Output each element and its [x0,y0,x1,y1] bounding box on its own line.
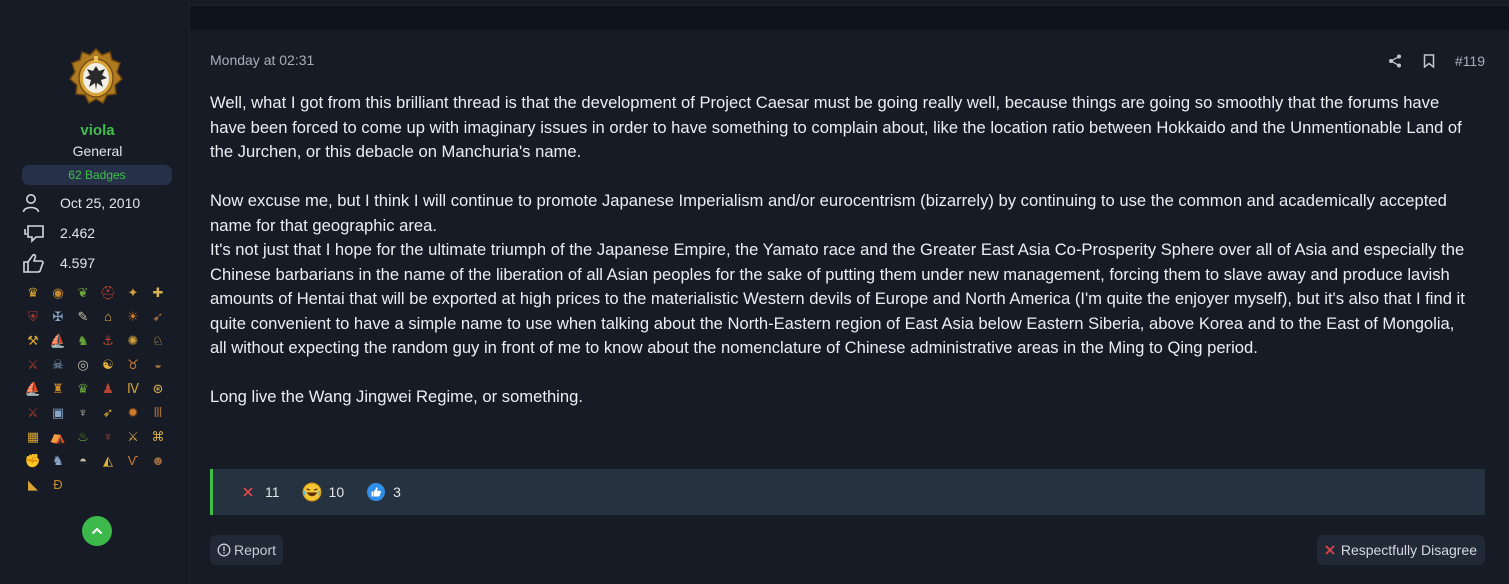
post-paragraph: Now excuse me, but I think I will contin… [210,191,1447,235]
post-date[interactable]: Monday at 02:31 [210,52,314,68]
runner-icon[interactable]: ✦ [123,283,143,302]
trophy-grid: ♛ ◉ ❦ ⛑ ✦ ✚ ⛨ ✠ ✎ ⌂ ☀ ➹ ⚒ ⛵ ♞ ⚓ ✺ ♘ ⚔ ☠ ◎ ☯ ♉ ◒ ⛵ ♜ ♛ ♟ Ⅳ ⊛ ⚔ ▣ ♆ ➶ ✹ Ⅲ ▦ ⛺ ♨ ♆… [23,283,173,494]
paragraph-spacer [210,361,1475,386]
thumbs-up-icon [22,252,48,274]
reaction-laugh[interactable]: 10 [302,482,345,502]
badges-count[interactable]: 62 Badges [22,165,172,185]
cross-icon[interactable]: ✚ [148,283,168,302]
warrior-icon[interactable]: ♞ [48,451,68,470]
skull-icon[interactable]: ☠ [48,355,68,374]
post-body: Well, what I got from this brilliant thr… [210,91,1475,410]
dh-icon[interactable]: Ɖ [48,475,68,494]
helmet-icon[interactable]: ⛑ [98,283,118,302]
portrait-icon[interactable]: ☻ [148,451,168,470]
messages-icon [22,222,48,244]
user-icon [22,192,48,214]
reaction-score-stat: 4.597 [22,252,95,274]
reaction-score: 4.597 [60,255,96,271]
report-button[interactable]: Report [210,535,284,565]
cross-shield-icon[interactable]: ✠ [48,307,68,326]
close-icon [1325,545,1335,555]
crowns-icon[interactable]: ♛ [73,379,93,398]
sun-icon[interactable]: ☀ [123,307,143,326]
messages-count: 2.462 [60,225,96,241]
sword-icon[interactable]: ⚔ [23,403,43,422]
post-tools: #119 [1387,53,1485,69]
user-title: General [72,143,123,159]
chevron-up-icon [91,527,103,535]
elephant-icon[interactable]: ♞ [73,331,93,350]
africa-icon[interactable]: ◣ [23,475,43,494]
respectfully-disagree-button[interactable]: Respectfully Disagree [1316,535,1485,565]
post-paragraph: Long live the Wang Jingwei Regime, or so… [210,387,583,406]
helmet-red-icon[interactable]: ◓ [73,451,93,470]
tent-icon[interactable]: ◭ [98,451,118,470]
fighter-icon[interactable]: ✊ [23,451,43,470]
dragon-icon[interactable]: ♆ [73,403,93,422]
roman-numeral-icon[interactable]: Ⅳ [123,379,143,398]
dragon-red-icon[interactable]: ♆ [98,427,118,446]
camp-icon[interactable]: ⛺ [48,427,68,446]
castle-icon[interactable]: ♜ [48,379,68,398]
anchor-icon[interactable]: ⚓ [98,331,118,350]
feather-icon[interactable]: ✎ [73,307,93,326]
chest-icon[interactable]: ▣ [48,403,68,422]
user-sidebar: viola General 62 Badges Oct 25, 2010 2.4… [0,0,190,584]
info-circle-icon [217,543,231,557]
columns-icon[interactable]: Ⅲ [148,403,168,422]
mosque-icon[interactable]: ⌘ [148,427,168,446]
report-label: Report [234,542,277,558]
temple-icon[interactable]: ⌂ [98,307,118,326]
laugh-emoji-icon [302,482,322,502]
samurai-icon[interactable]: ♟ [98,379,118,398]
joined-date: Oct 25, 2010 [60,195,141,211]
treasure-icon[interactable]: ♨ [73,427,93,446]
compass-icon[interactable]: ✺ [123,331,143,350]
shield-icon[interactable]: ⛨ [23,307,43,326]
post-number[interactable]: #119 [1455,53,1485,69]
ship-icon[interactable]: ⛵ [48,331,68,350]
messages-stat: 2.462 [22,222,95,244]
paragraph-spacer [210,165,1475,190]
eye-icon[interactable]: ◎ [73,355,93,374]
cannon-icon[interactable]: ➹ [148,307,168,326]
spear-icon[interactable]: ➶ [98,403,118,422]
reaction-count: 11 [265,484,280,500]
bookmark-icon[interactable] [1421,53,1437,69]
previous-post-edge [190,0,1509,6]
map-icon[interactable]: ▦ [23,427,43,446]
reaction-disagree[interactable]: 11 [238,482,280,502]
wheel-icon[interactable]: ⊛ [148,379,168,398]
sun-shield-icon[interactable]: ✹ [123,403,143,422]
crown-icon[interactable]: ♛ [23,283,43,302]
horse-icon[interactable]: ♘ [148,331,168,350]
post-paragraph: Well, what I got from this brilliant thr… [210,93,1462,161]
reactions-bar[interactable]: 11 10 3 [210,469,1485,515]
post: Monday at 02:31 #119 Well, what I got fr… [190,30,1509,584]
disagree-x-icon [238,482,258,502]
reaction-count: 10 [328,484,345,500]
bull-icon[interactable]: ♉ [123,355,143,374]
gold-bowl-icon[interactable]: ◒ [148,355,168,374]
reaction-like[interactable]: 3 [366,482,401,502]
joined-stat: Oct 25, 2010 [22,192,140,214]
laurel-icon[interactable]: ❦ [73,283,93,302]
scroll-top-button[interactable] [82,516,112,546]
disagree-label: Respectfully Disagree [1340,542,1477,558]
sail-icon[interactable]: ⛵ [23,379,43,398]
avatar[interactable] [68,47,124,109]
reaction-count: 3 [393,484,401,500]
vf-icon[interactable]: Ѵ [123,451,143,470]
like-thumb-icon [366,482,386,502]
weapons-icon[interactable]: ⚔ [123,427,143,446]
share-icon[interactable] [1387,53,1403,69]
crossed-swords-icon[interactable]: ⚔ [23,355,43,374]
yin-yang-icon[interactable]: ☯ [98,355,118,374]
medallion-icon[interactable]: ◉ [48,283,68,302]
axes-icon[interactable]: ⚒ [23,331,43,350]
post-paragraph: It's not just that I hope for the ultima… [210,240,1465,357]
username[interactable]: viola [0,122,195,139]
